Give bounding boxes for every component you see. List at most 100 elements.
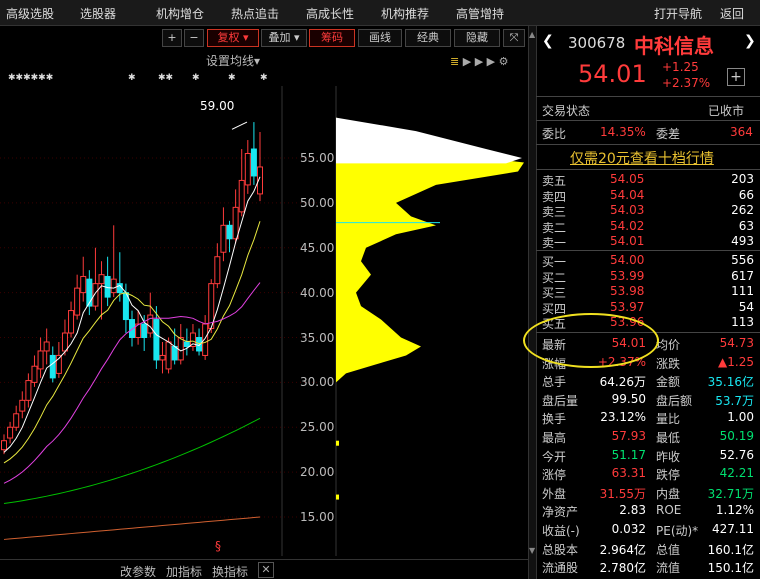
next-stock-icon[interactable]: ❯ [744,33,756,49]
menu-item-stock-picker[interactable]: 选股器 [80,5,116,22]
price-axis-label: 35.00 [300,330,335,345]
quote-label: ROE [656,503,682,518]
quote-label: 内盘 [656,486,681,501]
quote-value: 63.31 [611,466,646,481]
quote-value: 2.964亿 [599,542,646,557]
ask-price: 54.02 [610,218,645,233]
candle-body [19,399,26,412]
kline-chart-panel: + − 复权 ▾ 叠加 ▾ 筹码 画线 经典 隐藏 ⤧ 设置均线▾ ≣ ▶ ▶ … [0,26,530,579]
bid-row[interactable]: 买三 53.98 111 [542,284,756,300]
quote-label: 跌停 [656,468,681,483]
divider [536,144,760,145]
back-button[interactable]: 返回 [720,5,744,22]
open-nav-button[interactable]: 打开导航 [654,5,702,22]
candle-body [68,310,75,334]
menu-item-high-growth[interactable]: 高成长性 [306,5,354,22]
ask-row[interactable]: 卖一 54.01 493 [542,234,756,250]
chip-sliver [336,440,339,446]
swap-indicator-button[interactable]: 换指标 [212,563,248,579]
bid-level-label: 买一 [542,255,567,269]
quote-label: 涨跌 [656,356,681,371]
high-price-label: 59.00 [200,99,235,113]
ask-price: 54.05 [610,172,645,186]
ask-level-label: 卖二 [542,220,567,235]
ask-price: 54.03 [610,203,645,217]
ask-level-label: 卖四 [542,189,567,204]
quote-label: 流通股 [542,561,579,576]
change-params-button[interactable]: 改参数 [120,563,156,579]
quote-row: 净资产 2.83 ROE 1.12% [542,503,756,520]
quote-value: ▲1.25 [718,354,754,369]
menu-item-inst-increase[interactable]: 机构增仓 [156,5,204,22]
scroll-up-icon[interactable]: ▲ [529,30,535,39]
scroll-down-icon[interactable]: ▼ [529,546,535,555]
ask-row[interactable]: 卖四 54.04 66 [542,188,756,204]
quote-value: 23.12% [600,410,646,425]
menu-item-exec-increase[interactable]: 高管增持 [456,5,504,22]
kline-svg[interactable] [0,26,530,579]
quote-value: 1.00 [727,410,754,425]
quote-label: 盘后量 [542,393,579,408]
bid-row[interactable]: 买二 53.99 617 [542,269,756,285]
quote-label: 流值 [656,561,681,576]
quote-value: 0.032 [611,522,646,536]
quote-label: 收益(-) [542,524,580,538]
quote-label: PE(动)* [656,524,699,538]
price-axis-label: 45.00 [300,240,335,255]
quote-row: 最高 57.93 最低 50.19 [542,429,756,446]
ask-level-label: 卖五 [542,174,567,188]
high-annotation-arrow [231,121,248,130]
candle-body [244,153,251,186]
bid-volume: 556 [731,253,754,267]
candle-body [98,274,105,285]
vertical-scrollbar[interactable]: ▲ ▼ [528,26,536,579]
close-icon[interactable]: ✕ [258,562,274,578]
current-price: 54.01 [578,60,647,88]
bid-row[interactable]: 买一 54.00 556 [542,253,756,269]
indicator-bar: 改参数 加指标 换指标 ✕ [0,559,528,579]
quote-label: 最低 [656,431,681,445]
menu-item-hot-chase[interactable]: 热点追击 [231,5,279,22]
quote-value: 52.76 [719,447,754,462]
quote-label: 最高 [542,431,567,445]
menu-item-inst-recommend[interactable]: 机构推荐 [381,5,429,22]
quote-row: 盘后量 99.50 盘后额 53.7万 [542,392,756,409]
candle-body [74,287,81,316]
quote-label: 今开 [542,449,567,464]
price-axis-label: 25.00 [300,420,335,435]
menu-item-advanced-pick[interactable]: 高级选股 [6,5,54,22]
bid-row[interactable]: 买四 53.97 54 [542,300,756,316]
add-watchlist-button[interactable]: + [727,68,745,86]
quote-row: 今开 51.17 昨收 52.76 [542,448,756,465]
ask-row[interactable]: 卖二 54.02 63 [542,218,756,235]
stock-code: 300678 [568,34,626,52]
add-indicator-button[interactable]: 加指标 [166,563,202,579]
price-change-pct: +2.37% [662,76,711,90]
prev-stock-icon[interactable]: ❮ [542,33,554,49]
chip-sliver [336,494,339,500]
ask-level-label: 卖一 [542,236,567,250]
candle-body [183,341,190,347]
candle-body [49,354,56,379]
ask-row[interactable]: 卖五 54.05 203 [542,172,756,188]
quote-row: 换手 23.12% 量比 1.00 [542,410,756,427]
candle-body [250,148,257,177]
ask-price: 54.01 [610,234,645,248]
bid-level-label: 买二 [542,270,567,285]
quote-label: 净资产 [542,505,579,520]
candle-body [43,341,50,352]
ask-row[interactable]: 卖三 54.03 262 [542,203,756,219]
candle-body [37,350,44,370]
quote-row: 收益(-) 0.032 PE(动)* 427.11 [542,522,756,539]
quote-row: 总手 64.26万 金额 35.16亿 [542,373,756,390]
quote-value: 1.12% [715,503,754,518]
price-axis-label: 20.00 [300,465,335,480]
promo-link[interactable]: 仅需20元查看十档行情 [570,148,714,168]
price-axis-label: 55.00 [300,151,335,165]
candle-body [214,256,221,285]
quote-label: 盘后额 [656,393,693,408]
quote-label: 金额 [656,375,681,390]
price-axis-label: 15.00 [300,510,335,524]
candle-body [7,426,14,439]
ask-volume: 262 [731,203,754,217]
